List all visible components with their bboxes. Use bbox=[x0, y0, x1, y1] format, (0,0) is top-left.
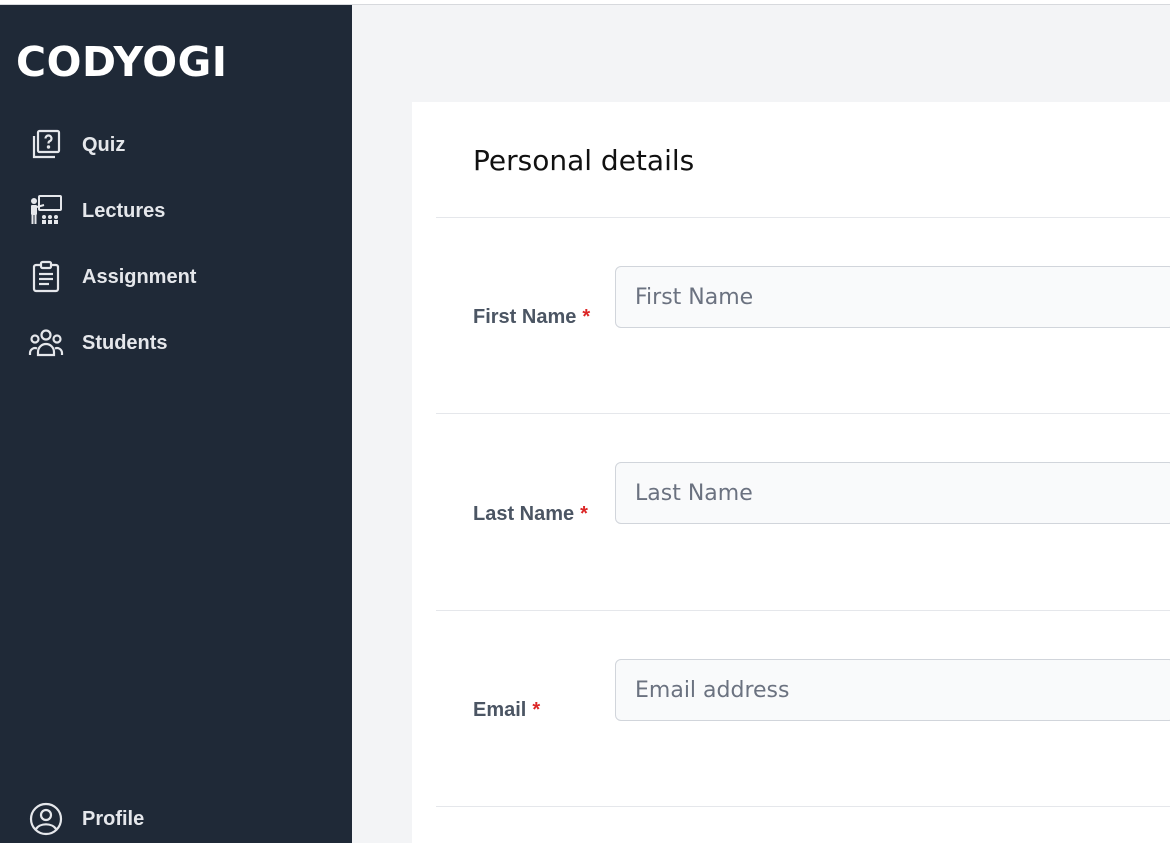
sidebar-item-label: Students bbox=[82, 331, 168, 354]
divider bbox=[436, 806, 1170, 807]
email-input[interactable] bbox=[615, 659, 1170, 721]
students-icon bbox=[28, 325, 64, 361]
sidebar: CODYOGI Quiz Lectures Assignment Student… bbox=[0, 5, 352, 843]
first-name-label: First Name * bbox=[473, 306, 591, 328]
sidebar-item-label: Assignment bbox=[82, 265, 197, 288]
profile-icon bbox=[28, 801, 64, 837]
required-mark: * bbox=[580, 503, 588, 525]
email-label: Email * bbox=[473, 699, 541, 721]
sidebar-item-label: Profile bbox=[82, 807, 145, 830]
required-mark: * bbox=[582, 306, 591, 328]
sidebar-item-profile[interactable]: Profile bbox=[28, 801, 328, 837]
divider bbox=[436, 610, 1170, 611]
assignment-icon bbox=[28, 259, 64, 295]
sidebar-item-assignment[interactable]: Assignment bbox=[28, 259, 328, 295]
brand-logo[interactable]: CODYOGI bbox=[16, 38, 227, 86]
first-name-input[interactable] bbox=[615, 266, 1170, 328]
last-name-label: Last Name * bbox=[473, 503, 588, 525]
divider bbox=[436, 413, 1170, 414]
required-mark: * bbox=[532, 699, 541, 721]
divider bbox=[436, 217, 1170, 218]
sidebar-item-label: Quiz bbox=[82, 133, 126, 156]
sidebar-item-students[interactable]: Students bbox=[28, 325, 328, 361]
personal-details-card: Personal details First Name* Last Name* … bbox=[412, 102, 1170, 843]
last-name-input[interactable] bbox=[615, 462, 1170, 524]
sidebar-item-label: Lectures bbox=[82, 199, 166, 222]
lectures-icon bbox=[28, 193, 64, 229]
sidebar-item-lectures[interactable]: Lectures bbox=[28, 193, 328, 229]
sidebar-item-quiz[interactable]: Quiz bbox=[28, 127, 328, 163]
quiz-icon bbox=[28, 127, 64, 163]
section-title: Personal details bbox=[473, 144, 695, 177]
